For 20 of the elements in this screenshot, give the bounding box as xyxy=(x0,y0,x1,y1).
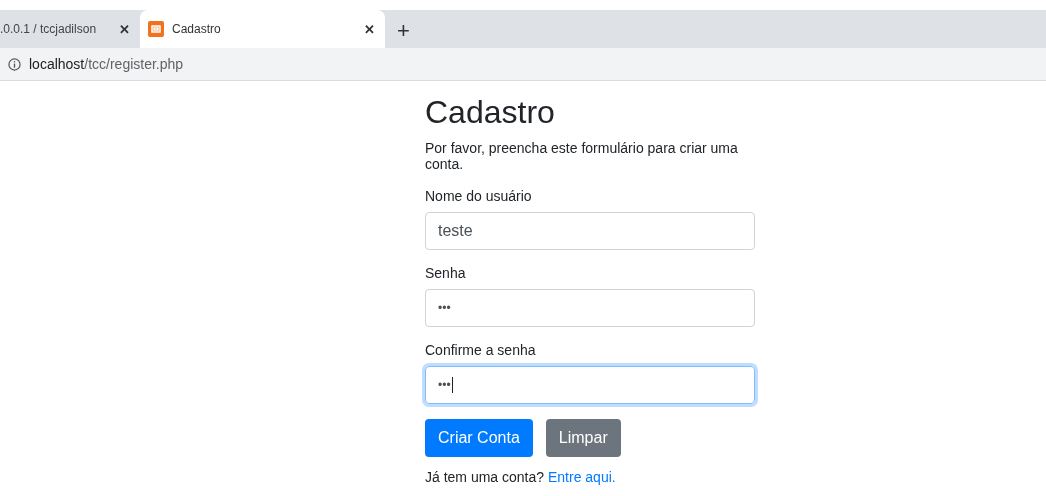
page-title: Cadastro xyxy=(425,93,556,132)
form-description: Por favor, preencha este formulário para criar uma conta. xyxy=(425,141,739,173)
create-account-button[interactable]: Criar Conta xyxy=(425,419,533,458)
close-icon[interactable]: ✕ xyxy=(364,21,375,37)
field-label: Confirme a senha xyxy=(425,342,537,359)
field-label: Nome do usuário xyxy=(425,188,533,205)
input-field[interactable]: teste xyxy=(425,212,755,251)
new-tab-button[interactable]: + xyxy=(397,20,410,42)
login-prompt: Já tem uma conta? Entre aqui. xyxy=(425,469,617,486)
password-field[interactable]: ••• xyxy=(425,289,755,328)
browser-tab[interactable]: Cadastro ✕ xyxy=(140,10,385,48)
address-field[interactable]: localhost/tcc/register.php xyxy=(29,56,184,72)
browser-tab[interactable]: .0.0.1 / tccjadilson ✕ xyxy=(0,10,140,48)
login-link[interactable]: Entre aqui. xyxy=(547,469,616,486)
password-field[interactable]: ••• xyxy=(425,366,755,405)
field-label: Senha xyxy=(425,265,467,282)
clear-button[interactable]: Limpar xyxy=(545,419,621,458)
close-icon[interactable]: ✕ xyxy=(119,21,130,37)
favicon-icon xyxy=(148,21,164,37)
info-icon[interactable] xyxy=(8,57,21,71)
